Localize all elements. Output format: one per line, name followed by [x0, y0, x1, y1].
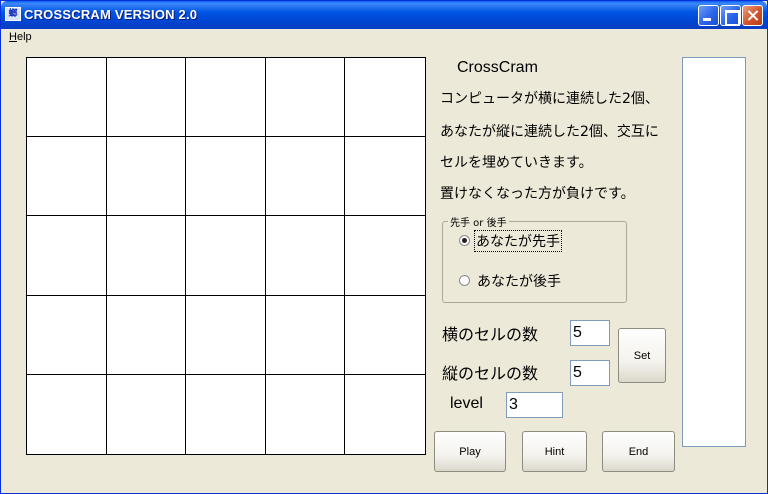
board-cell[interactable]	[27, 216, 107, 296]
board-cell[interactable]	[265, 137, 346, 217]
board-cell[interactable]	[345, 216, 425, 296]
board-cell[interactable]	[265, 58, 346, 138]
window-title: CROSSCRAM VERSION 2.0	[24, 7, 198, 22]
rows-label: 縦のセルの数	[442, 364, 539, 383]
play-button[interactable]: Play	[434, 431, 506, 472]
columns-input[interactable]: 5	[570, 320, 610, 346]
maximize-button[interactable]	[720, 5, 741, 26]
board-cell[interactable]	[265, 295, 346, 375]
board-cell[interactable]	[186, 137, 266, 217]
move-history-list[interactable]	[682, 57, 746, 447]
rows-input[interactable]: 5	[570, 360, 610, 386]
columns-label: 横のセルの数	[442, 325, 539, 344]
board-cell[interactable]	[106, 295, 187, 375]
board-cell[interactable]	[106, 58, 187, 138]
rules-line-1: コンピュータが横に連続した2個、	[440, 91, 659, 107]
rules-line-4: 置けなくなった方が負けです。	[440, 186, 635, 202]
board-cell[interactable]	[186, 216, 266, 296]
board-cell[interactable]	[106, 137, 187, 217]
board-cell[interactable]	[27, 374, 107, 454]
hint-button[interactable]: Hint	[522, 431, 587, 472]
rules-line-2: あなたが縦に連続した2個、交互に	[440, 124, 659, 140]
level-input[interactable]: 3	[506, 392, 563, 418]
radio-player-first[interactable]	[459, 235, 470, 246]
radio-player-second-label[interactable]: あなたが後手	[477, 271, 561, 291]
game-board[interactable]	[26, 57, 426, 455]
turn-order-legend: 先手 or 後手	[448, 214, 509, 229]
radio-player-second[interactable]	[459, 275, 470, 286]
level-label: level	[450, 395, 483, 412]
board-cell[interactable]	[265, 216, 346, 296]
board-cell[interactable]	[27, 295, 107, 375]
board-cell[interactable]	[186, 295, 266, 375]
title-bar[interactable]: 螂 CROSSCRAM VERSION 2.0	[1, 1, 767, 29]
board-cell[interactable]	[265, 374, 346, 454]
set-button[interactable]: Set	[618, 328, 666, 383]
app-name-label: CrossCram	[457, 59, 538, 76]
board-cell[interactable]	[27, 58, 107, 138]
menu-help[interactable]: Help	[9, 31, 32, 43]
board-cell[interactable]	[106, 374, 187, 454]
board-cell[interactable]	[345, 374, 425, 454]
board-cell[interactable]	[345, 58, 425, 138]
close-button[interactable]	[742, 5, 763, 26]
app-window: 螂 CROSSCRAM VERSION 2.0 Help CrossCram コ…	[0, 0, 768, 494]
board-cell[interactable]	[345, 137, 425, 217]
minimize-button[interactable]	[698, 5, 719, 26]
board-cell[interactable]	[106, 216, 187, 296]
menu-bar: Help	[1, 29, 767, 47]
board-cell[interactable]	[186, 58, 266, 138]
board-cell[interactable]	[345, 295, 425, 375]
rules-line-3: セルを埋めていきます。	[440, 155, 593, 171]
end-button[interactable]: End	[602, 431, 675, 472]
app-icon: 螂	[5, 7, 21, 21]
board-cell[interactable]	[27, 137, 107, 217]
board-cell[interactable]	[186, 374, 266, 454]
radio-player-first-label[interactable]: あなたが先手	[474, 230, 562, 252]
